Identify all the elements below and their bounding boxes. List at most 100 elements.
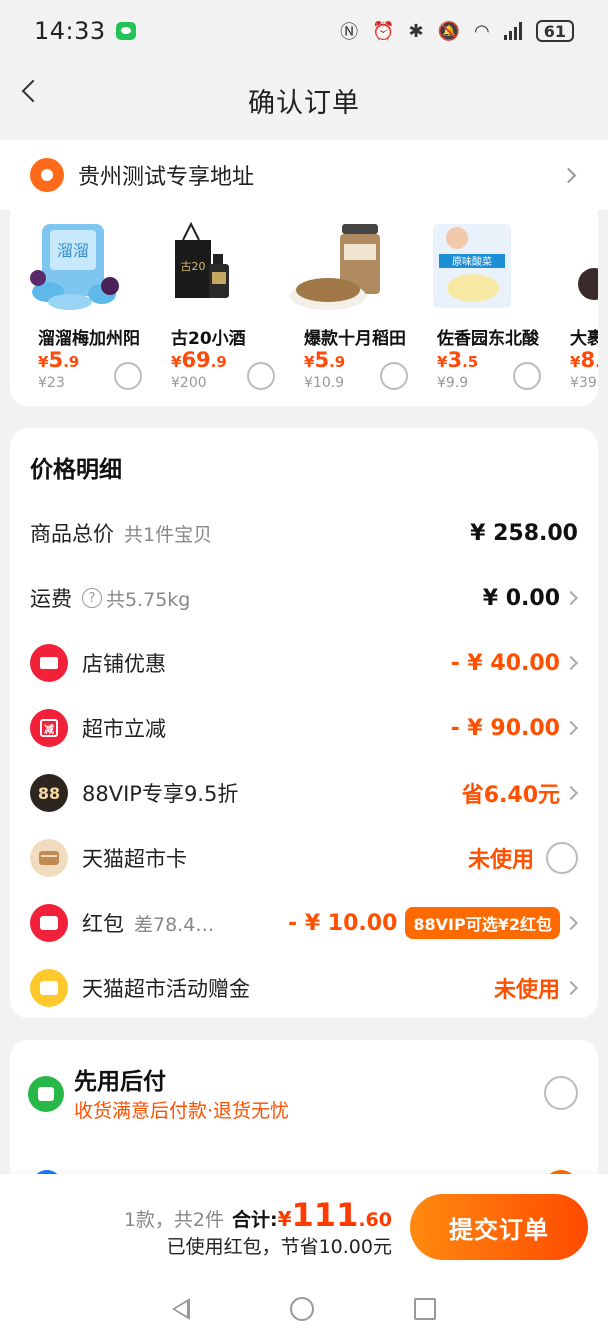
store-discount-value: - ¥ 40.00 xyxy=(450,650,560,676)
product-image-liquor: 古20 xyxy=(175,221,229,298)
bluetooth-icon: ✱ xyxy=(408,20,424,42)
activity-gift-row[interactable]: 天猫超市活动赠金 未使用 xyxy=(10,963,598,1013)
red-packet-row[interactable]: 红包 差78.4… - ¥ 10.00 88VIP可选¥2红包 xyxy=(10,898,598,948)
chevron-right-icon xyxy=(563,980,579,996)
card-icon xyxy=(30,839,68,877)
goods-price: ¥3.5 xyxy=(437,348,479,372)
saved-amount: 已使用红包，节省10.00元 xyxy=(166,1236,392,1258)
submit-order-button[interactable]: 提交订单 xyxy=(410,1194,588,1260)
battery-level: 61 xyxy=(543,21,566,41)
goods-price: ¥8. xyxy=(570,348,598,372)
order-summary: 1款，共2件 合计: ¥ 111 .60 xyxy=(124,1196,392,1234)
goods-name: 大裹 xyxy=(570,329,598,349)
pay-later-card[interactable]: 先用后付 收货满意后付款·退货无忧 xyxy=(10,1040,598,1174)
goods-total-row: 商品总价 共1件宝贝 ¥ 258.00 xyxy=(10,508,598,558)
goods-name: 古20小酒 xyxy=(171,329,246,349)
location-pin-icon xyxy=(30,158,64,192)
vip-discount-label: 88VIP专享9.5折 xyxy=(82,782,239,806)
coupon-icon xyxy=(30,644,68,682)
total-integer: 111 xyxy=(291,1196,359,1234)
shipping-row[interactable]: 运费 ? 共5.75kg ¥ 0.00 xyxy=(10,573,598,623)
nav-recent-icon[interactable] xyxy=(414,1298,436,1320)
vip-red-packet-badge[interactable]: 88VIP可选¥2红包 xyxy=(405,907,560,939)
help-icon[interactable]: ? xyxy=(82,588,102,608)
goods-item[interactable]: 溜溜 溜溜梅加州阳 ¥5.9 ¥23 xyxy=(10,210,142,406)
bottom-bar: 1款，共2件 合计: ¥ 111 .60 已使用红包，节省10.00元 提交订单 xyxy=(0,1174,608,1274)
goods-original-price: ¥10.9 xyxy=(304,375,345,391)
chevron-right-icon xyxy=(560,167,577,183)
market-card-label: 天猫超市卡 xyxy=(82,847,187,871)
goods-total-value: ¥ 258.00 xyxy=(470,520,578,546)
price-detail-card: 价格明细 商品总价 共1件宝贝 ¥ 258.00 运费 ? 共5.75kg ¥ … xyxy=(10,428,598,1018)
goods-original-price: ¥200 xyxy=(171,375,207,391)
alarm-icon: ⏰ xyxy=(372,20,395,42)
svg-text:原味酸菜: 原味酸菜 xyxy=(452,255,492,268)
goods-item[interactable]: 爆款十月稻田 ¥5.9 ¥10.9 xyxy=(276,210,408,406)
gift-icon xyxy=(30,969,68,1007)
market-cut-value: - ¥ 90.00 xyxy=(450,715,560,741)
reduce-icon: 减 xyxy=(30,709,68,747)
pay-later-title: 先用后付 xyxy=(74,1069,166,1095)
goods-price: ¥5.9 xyxy=(38,348,80,372)
goods-price: ¥5.9 xyxy=(304,348,346,372)
status-time: 14:33 xyxy=(34,17,106,45)
pay-later-subtitle: 收货满意后付款·退货无忧 xyxy=(74,1100,290,1122)
total-decimal: .60 xyxy=(358,1209,392,1231)
store-discount-label: 店铺优惠 xyxy=(82,652,166,676)
goods-item[interactable]: 古20 古20小酒 ¥69.9 ¥200 xyxy=(143,210,275,406)
chevron-right-icon xyxy=(563,655,579,671)
vip-88-icon: 88 xyxy=(30,774,68,812)
red-packet-label: 红包 xyxy=(82,912,124,936)
goods-original-price: ¥9.9 xyxy=(437,375,469,391)
system-nav-bar xyxy=(0,1274,608,1344)
status-bar: 14:33 Ⓝ ⏰ ✱ 🔕 ◠ 61 xyxy=(0,0,608,62)
activity-gift-label: 天猫超市活动赠金 xyxy=(82,977,250,1001)
address-bar[interactable]: 贵州测试专享地址 xyxy=(0,140,608,210)
goods-item[interactable]: 原味酸菜 佐香园东北酸 ¥3.5 ¥9.9 xyxy=(409,210,541,406)
vip-discount-row[interactable]: 88 88VIP专享9.5折 省6.40元 xyxy=(10,768,598,818)
red-packet-diff: 差78.4… xyxy=(134,913,215,936)
shipping-label: 运费 xyxy=(30,587,72,611)
total-label: 合计: xyxy=(232,1209,278,1231)
back-button[interactable] xyxy=(18,76,42,106)
goods-original-price: ¥23 xyxy=(38,375,65,391)
goods-name: 爆款十月稻田 xyxy=(304,329,406,349)
market-cut-label: 超市立减 xyxy=(82,717,166,741)
product-image-dark-fruit xyxy=(578,268,598,300)
product-image-grain xyxy=(290,224,380,310)
price-detail-title: 价格明细 xyxy=(30,457,122,483)
goods-original-price: ¥39 xyxy=(570,375,597,391)
goods-list: 溜溜 溜溜梅加州阳 ¥5.9 ¥23 古20 古20小酒 ¥69.9 ¥200 xyxy=(10,210,598,406)
nav-back-icon[interactable] xyxy=(172,1298,190,1320)
shipping-weight: 共5.75kg xyxy=(106,588,191,611)
goods-select-radio[interactable] xyxy=(114,362,142,390)
goods-name: 佐香园东北酸 xyxy=(437,329,539,349)
market-card-value: 未使用 xyxy=(467,848,534,873)
goods-select-radio[interactable] xyxy=(380,362,408,390)
chevron-right-icon xyxy=(563,720,579,736)
shopping-bag-check-icon xyxy=(28,1076,64,1112)
svg-text:溜溜: 溜溜 xyxy=(57,241,89,260)
header: 确认订单 xyxy=(0,62,608,138)
store-discount-row[interactable]: 店铺优惠 - ¥ 40.00 xyxy=(10,638,598,688)
red-packet-icon xyxy=(30,904,68,942)
wifi-icon: ◠ xyxy=(474,20,490,42)
goods-total-count: 共1件宝贝 xyxy=(124,523,213,546)
address-text: 贵州测试专享地址 xyxy=(78,165,255,190)
market-card-radio[interactable] xyxy=(546,842,578,874)
pay-later-radio[interactable] xyxy=(544,1076,578,1110)
nfc-icon: Ⓝ xyxy=(340,22,359,43)
goods-total-label: 商品总价 xyxy=(30,522,114,546)
goods-select-radio[interactable] xyxy=(513,362,541,390)
goods-item[interactable]: 大裹 ¥8. ¥39 xyxy=(542,210,598,406)
product-image-plum: 溜溜 xyxy=(30,224,119,310)
product-image-pickle: 原味酸菜 xyxy=(433,224,511,308)
goods-price: ¥69.9 xyxy=(171,348,227,372)
total-currency: ¥ xyxy=(277,1207,292,1231)
chevron-right-icon xyxy=(563,785,579,801)
goods-select-radio[interactable] xyxy=(247,362,275,390)
battery-icon: 61 xyxy=(535,20,574,42)
market-cut-row[interactable]: 减 超市立减 - ¥ 90.00 xyxy=(10,703,598,753)
nav-home-icon[interactable] xyxy=(290,1297,314,1321)
market-card-row[interactable]: 天猫超市卡 未使用 xyxy=(10,833,598,883)
